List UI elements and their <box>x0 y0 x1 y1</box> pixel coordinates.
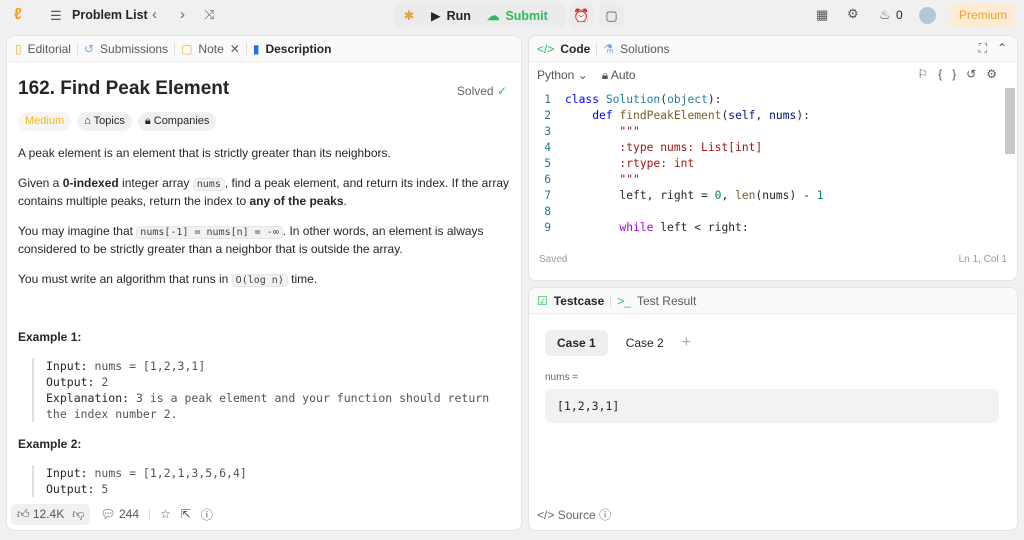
bookmark-icon[interactable]: ⚐ <box>917 67 938 81</box>
avatar[interactable] <box>919 7 936 24</box>
tab-solutions[interactable]: Solutions <box>620 42 669 56</box>
cursor-position: Ln 1, Col 1 <box>958 254 1007 265</box>
upload-cloud-icon: ☁ <box>486 9 500 23</box>
save-status: Saved <box>539 254 568 265</box>
like-dislike-group: 👍︎ 12.4K 👎︎ <box>11 503 91 525</box>
example-2: Input: nums = [1,2,1,3,5,6,4] Output: 5 <box>32 465 510 497</box>
tag-icon: ⌂ <box>84 115 91 127</box>
companies-button[interactable]: 🔒︎ Companies <box>137 112 217 131</box>
history-icon: ↺ <box>83 41 95 56</box>
book-icon: ▯ <box>15 41 22 56</box>
streak-count: 0 <box>896 8 903 22</box>
description-paragraph: Given a 0-indexed integer array nums, fi… <box>18 176 510 208</box>
code-icon: </> <box>537 508 555 522</box>
example-1-title: Example 1: <box>18 330 82 344</box>
prev-problem-icon[interactable]: ‹ <box>152 6 157 23</box>
tab-note[interactable]: Note <box>198 42 223 56</box>
check-icon: ✓ <box>496 84 507 98</box>
example-2-title: Example 2: <box>18 437 82 451</box>
star-icon[interactable]: ☆ <box>160 507 171 521</box>
gear-icon[interactable]: ⚙ <box>847 6 859 22</box>
nums-input[interactable]: [1,2,3,1] <box>545 389 999 423</box>
like-button[interactable]: 👍︎ 12.4K <box>17 507 64 522</box>
code-panel: </> Code ⚗ Solutions ⛶ ⌃ Python ⌄ 🔒︎ Auto … <box>528 35 1018 281</box>
reset-icon[interactable]: ↺ <box>966 67 986 81</box>
comments-button[interactable]: 💬︎ 244 <box>100 507 139 521</box>
play-icon: ▶ <box>431 9 441 23</box>
close-icon[interactable]: ✕ <box>230 42 240 56</box>
leetcode-logo-icon[interactable]: ℓ <box>14 6 22 24</box>
tab-editorial[interactable]: Editorial <box>28 42 71 56</box>
case-1-tab[interactable]: Case 1 <box>545 330 608 356</box>
param-label: nums = <box>545 372 579 383</box>
help-icon: ⓘ <box>599 508 612 522</box>
language-select[interactable]: Python ⌄ <box>537 68 588 82</box>
fullscreen-icon[interactable]: ⛶ <box>979 41 987 56</box>
code-editor[interactable]: 1 class Solution(object): 2 def findPeakE… <box>529 88 1017 244</box>
terminal-icon: >_ <box>617 293 631 308</box>
tab-testcase[interactable]: Testcase <box>554 294 604 308</box>
note-icon[interactable]: ▢ <box>599 3 624 28</box>
help-icon[interactable]: ⓘ <box>201 506 213 523</box>
share-icon[interactable]: ⇱ <box>181 507 191 521</box>
format-icon[interactable]: {} <box>938 67 966 81</box>
description-paragraph: You may imagine that nums[-1] = nums[n] … <box>18 224 484 256</box>
run-button[interactable]: ▶ Run <box>423 4 479 28</box>
list-icon: ☰ <box>50 8 62 23</box>
note-icon: ▢ <box>181 41 193 56</box>
checkbox-icon: ☑ <box>537 293 548 308</box>
description-paragraph: You must write an algorithm that runs in… <box>18 272 318 287</box>
problem-list-link[interactable]: Problem List <box>72 8 148 22</box>
code-icon: </> <box>537 41 555 56</box>
difficulty-badge: Medium <box>18 112 72 131</box>
description-tabs: ▯ Editorial ↺ Submissions ▢ Note ✕ ▮ Descript… <box>7 36 521 62</box>
testcase-panel: ☑ Testcase >_ Test Result Case 1 Case 2 + … <box>528 287 1018 531</box>
description-icon: ▮ <box>252 41 260 56</box>
source-button[interactable]: </> Source ⓘ <box>537 506 611 523</box>
solved-status: Solved ✓ <box>456 84 507 98</box>
dislike-button[interactable]: 👎︎ <box>72 507 84 522</box>
top-bar: ℓ ☰ Problem List ‹ › ⤨ ✱ ▶ Run ☁ Submit ⏰ … <box>0 0 1024 32</box>
scrollbar[interactable] <box>1005 88 1015 154</box>
auto-mode[interactable]: 🔒︎ Auto <box>602 68 636 83</box>
add-case-icon[interactable]: + <box>682 334 691 352</box>
next-problem-icon[interactable]: › <box>180 6 185 23</box>
settings-icon[interactable]: ⚙ <box>986 67 1007 81</box>
example-1: Input: nums = [1,2,3,1] Output: 2 Explan… <box>32 358 510 422</box>
comment-icon: 💬︎ <box>100 507 116 521</box>
flame-icon[interactable]: ♨ <box>879 7 891 23</box>
tab-submissions[interactable]: Submissions <box>100 42 168 56</box>
tab-test-result[interactable]: Test Result <box>637 294 696 308</box>
tab-description[interactable]: Description <box>265 42 331 56</box>
debug-icon[interactable]: ✱ <box>395 8 423 24</box>
timer-icon[interactable]: ⏰ <box>569 3 594 28</box>
flask-icon: ⚗ <box>603 41 615 56</box>
description-panel: ▯ Editorial ↺ Submissions ▢ Note ✕ ▮ Descript… <box>6 35 522 531</box>
lock-icon: 🔒︎ <box>144 115 151 127</box>
layout-icon[interactable]: ▦ <box>816 7 828 23</box>
premium-button[interactable]: Premium <box>950 3 1016 28</box>
problem-title: 162. Find Peak Element <box>18 78 230 99</box>
topics-button[interactable]: ⌂ Topics <box>77 112 132 131</box>
case-2-tab[interactable]: Case 2 <box>614 330 676 356</box>
shuffle-icon[interactable]: ⤨ <box>204 7 214 23</box>
description-paragraph: A peak element is an element that is str… <box>18 146 391 160</box>
submit-button[interactable]: ☁ Submit <box>479 4 556 28</box>
tab-code[interactable]: Code <box>560 42 590 56</box>
collapse-icon[interactable]: ⌃ <box>997 41 1007 55</box>
lock-icon: 🔒︎ <box>601 67 609 82</box>
